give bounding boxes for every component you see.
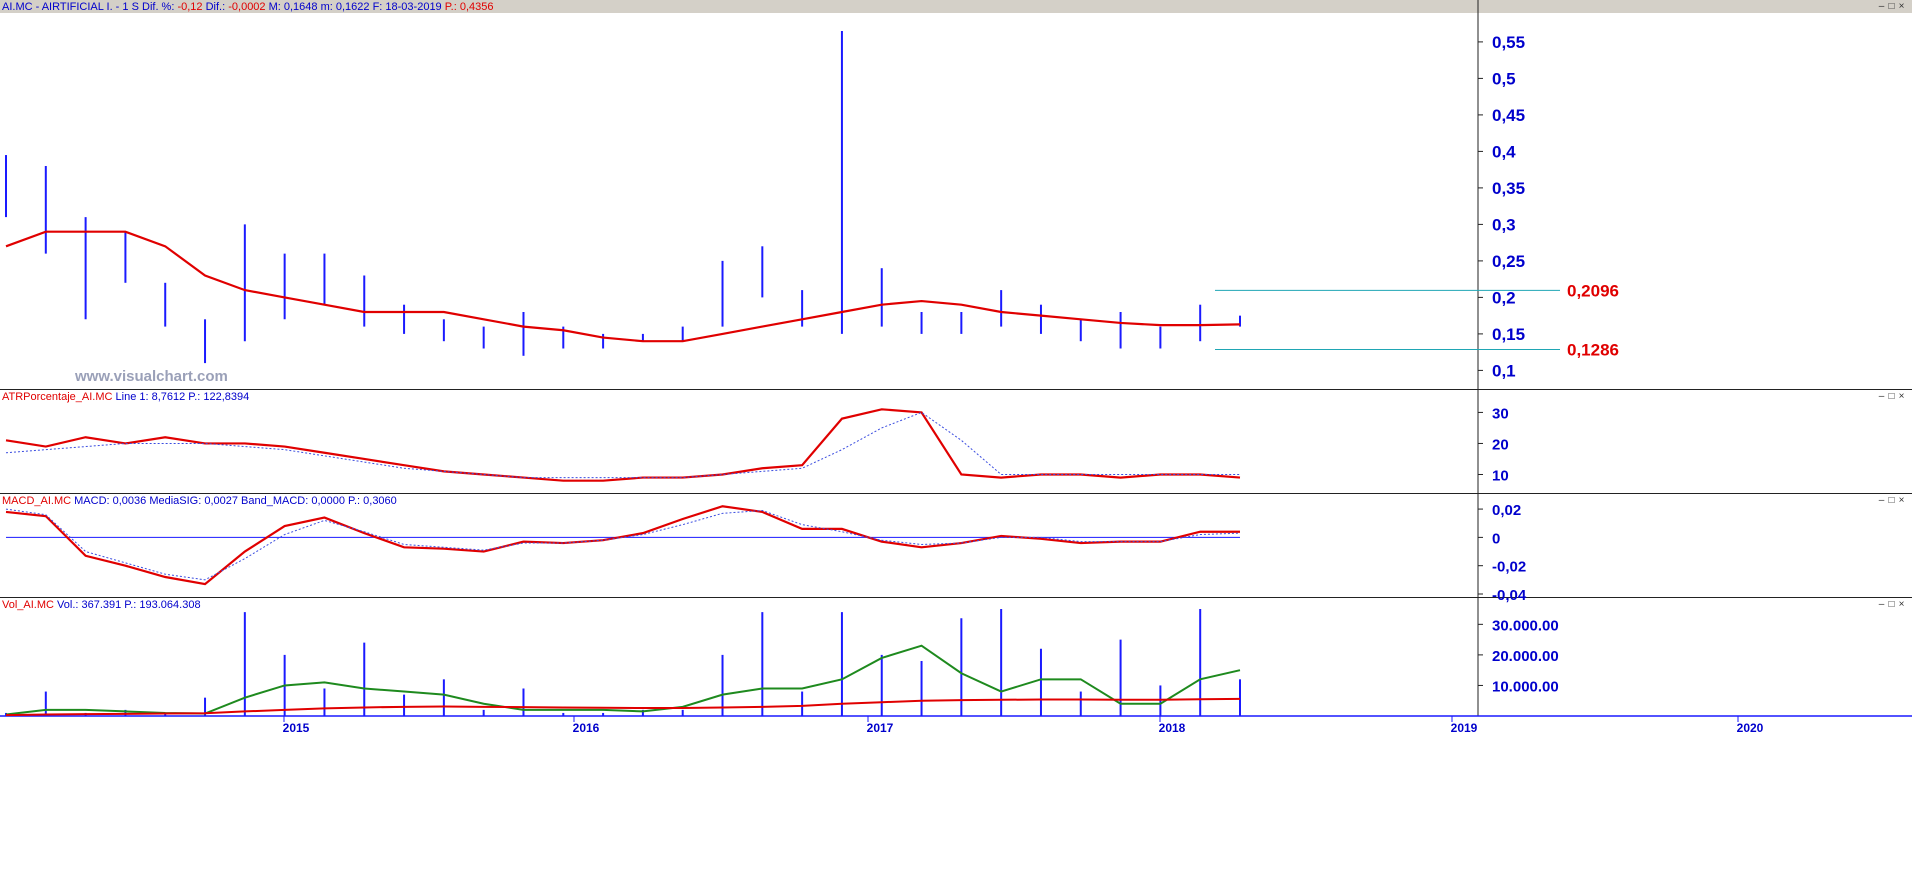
y-tick-label: 0,45 <box>1492 106 1525 125</box>
macd-series-line <box>5 508 1241 581</box>
maximize-icon[interactable]: □ <box>1888 599 1898 610</box>
maximize-icon[interactable]: □ <box>1888 495 1898 506</box>
y-tick-label: -0,02 <box>1492 559 1526 576</box>
price-panel[interactable]: AI.MC - AIRTIFICIAL I. - 1 S Dif. %: -0,… <box>0 0 1912 390</box>
atr-panel[interactable]: ATRPorcentaje_AI.MC Line 1: 8,7612 P.: 1… <box>0 390 1912 494</box>
close-icon[interactable]: × <box>1898 495 1908 506</box>
y-tick-label: 30.000.00 <box>1492 617 1559 634</box>
date-label: F: 18-03-2019 <box>372 1 442 13</box>
symbol-label: AI.MC - AIRTIFICIAL I. - <box>2 1 120 13</box>
year-label: 2018 <box>1159 721 1186 735</box>
y-tick-label: 0,4 <box>1492 142 1516 161</box>
dif-value: -0,0002 <box>228 1 266 13</box>
maximize-icon[interactable]: □ <box>1888 1 1898 12</box>
year-label: 2015 <box>283 721 310 735</box>
atr-chart: 30 20 10 <box>5 390 1509 494</box>
year-label: 2016 <box>573 721 600 735</box>
volume-window-buttons: –□× <box>1878 599 1908 610</box>
macd-window-buttons: –□× <box>1878 495 1908 506</box>
y-tick-label: 0,55 <box>1492 33 1525 52</box>
dif-pct-label: Dif. %: <box>142 1 175 13</box>
macd-values: MACD: 0,0036 MediaSIG: 0,0027 Band_MACD:… <box>74 495 397 507</box>
volume-chart: 30.000.00 20.000.00 10.000.00 2015 2016 2017 2… <box>0 598 1912 735</box>
macd-panel[interactable]: MACD_AI.MC MACD: 0,0036 MediaSIG: 0,0027… <box>0 494 1912 604</box>
minimize-icon[interactable]: – <box>1878 495 1888 506</box>
volume-ma-green <box>5 644 1241 716</box>
y-tick-label: 20.000.00 <box>1492 648 1559 665</box>
y-tick-label: 0,15 <box>1492 325 1525 344</box>
atr-series-line <box>5 408 1241 482</box>
maximize-icon[interactable]: □ <box>1888 391 1898 402</box>
minimize-icon[interactable]: – <box>1878 599 1888 610</box>
minimize-icon[interactable]: – <box>1878 1 1888 12</box>
macd-name: MACD_AI.MC <box>2 495 72 507</box>
atr-name: ATRPorcentaje_AI.MC <box>2 391 113 403</box>
macd-chart: 0,020-0,02-0,04 <box>5 494 1527 604</box>
volume-values: Vol.: 367.391 P.: 193.064.308 <box>57 599 201 611</box>
minimize-icon[interactable]: – <box>1878 391 1888 402</box>
watermark: www.visualchart.com <box>74 368 228 385</box>
y-tick-label: 10 <box>1492 467 1509 484</box>
close-icon[interactable]: × <box>1898 599 1908 610</box>
dif-label: Dif.: <box>205 1 226 13</box>
year-label: 2017 <box>867 721 894 735</box>
y-tick-label: 0,02 <box>1492 502 1521 519</box>
close-icon[interactable]: × <box>1898 391 1908 402</box>
y-tick-label: 0,25 <box>1492 252 1525 271</box>
year-label: 2020 <box>1737 721 1764 735</box>
price-window-buttons: –□× <box>1878 1 1908 12</box>
period-label: 1 S <box>122 1 139 13</box>
y-tick-label: 0,5 <box>1492 69 1516 88</box>
atr-window-buttons: –□× <box>1878 391 1908 402</box>
y-tick-label: 10.000.00 <box>1492 678 1559 695</box>
volume-panel[interactable]: Vol_AI.MC Vol.: 367.391 P.: 193.064.308 … <box>0 598 1912 892</box>
y-tick-label: 0,2 <box>1492 288 1516 307</box>
level-label: 0,2096 <box>1567 281 1619 300</box>
macd-series-line <box>5 505 1240 586</box>
min-label: m: 0,1622 <box>320 1 370 13</box>
price-title: AI.MC - AIRTIFICIAL I. - 1 S Dif. %: -0,… <box>2 1 493 13</box>
atr-title: ATRPorcentaje_AI.MC Line 1: 8,7612 P.: 1… <box>2 391 249 403</box>
y-tick-label: 30 <box>1492 405 1509 422</box>
y-tick-label: 0,35 <box>1492 179 1525 198</box>
max-label: M: 0,1648 <box>268 1 318 13</box>
moving-average-line <box>5 230 1241 343</box>
atr-values: Line 1: 8,7612 P.: 122,8394 <box>115 391 250 403</box>
y-tick-label: 0,1 <box>1492 361 1516 380</box>
y-tick-label: 0 <box>1492 530 1500 547</box>
macd-title: MACD_AI.MC MACD: 0,0036 MediaSIG: 0,0027… <box>2 495 397 507</box>
volume-name: Vol_AI.MC <box>2 599 54 611</box>
volume-ma-red <box>5 697 1241 717</box>
y-tick-label: 20 <box>1492 436 1509 453</box>
y-tick-label: 0,3 <box>1492 215 1516 234</box>
p-value: P.: 0,4356 <box>444 1 494 13</box>
volume-title: Vol_AI.MC Vol.: 367.391 P.: 193.064.308 <box>2 599 201 611</box>
atr-series-line <box>5 411 1240 479</box>
level-label: 0,1286 <box>1567 341 1619 360</box>
price-chart: 0,55 0,5 0,45 0,4 0,35 0,3 0,25 0,2 0,15 0,1 0,209… <box>5 0 1619 390</box>
dif-pct-value: -0,12 <box>177 1 203 13</box>
close-icon[interactable]: × <box>1898 1 1908 12</box>
year-label: 2019 <box>1451 721 1478 735</box>
